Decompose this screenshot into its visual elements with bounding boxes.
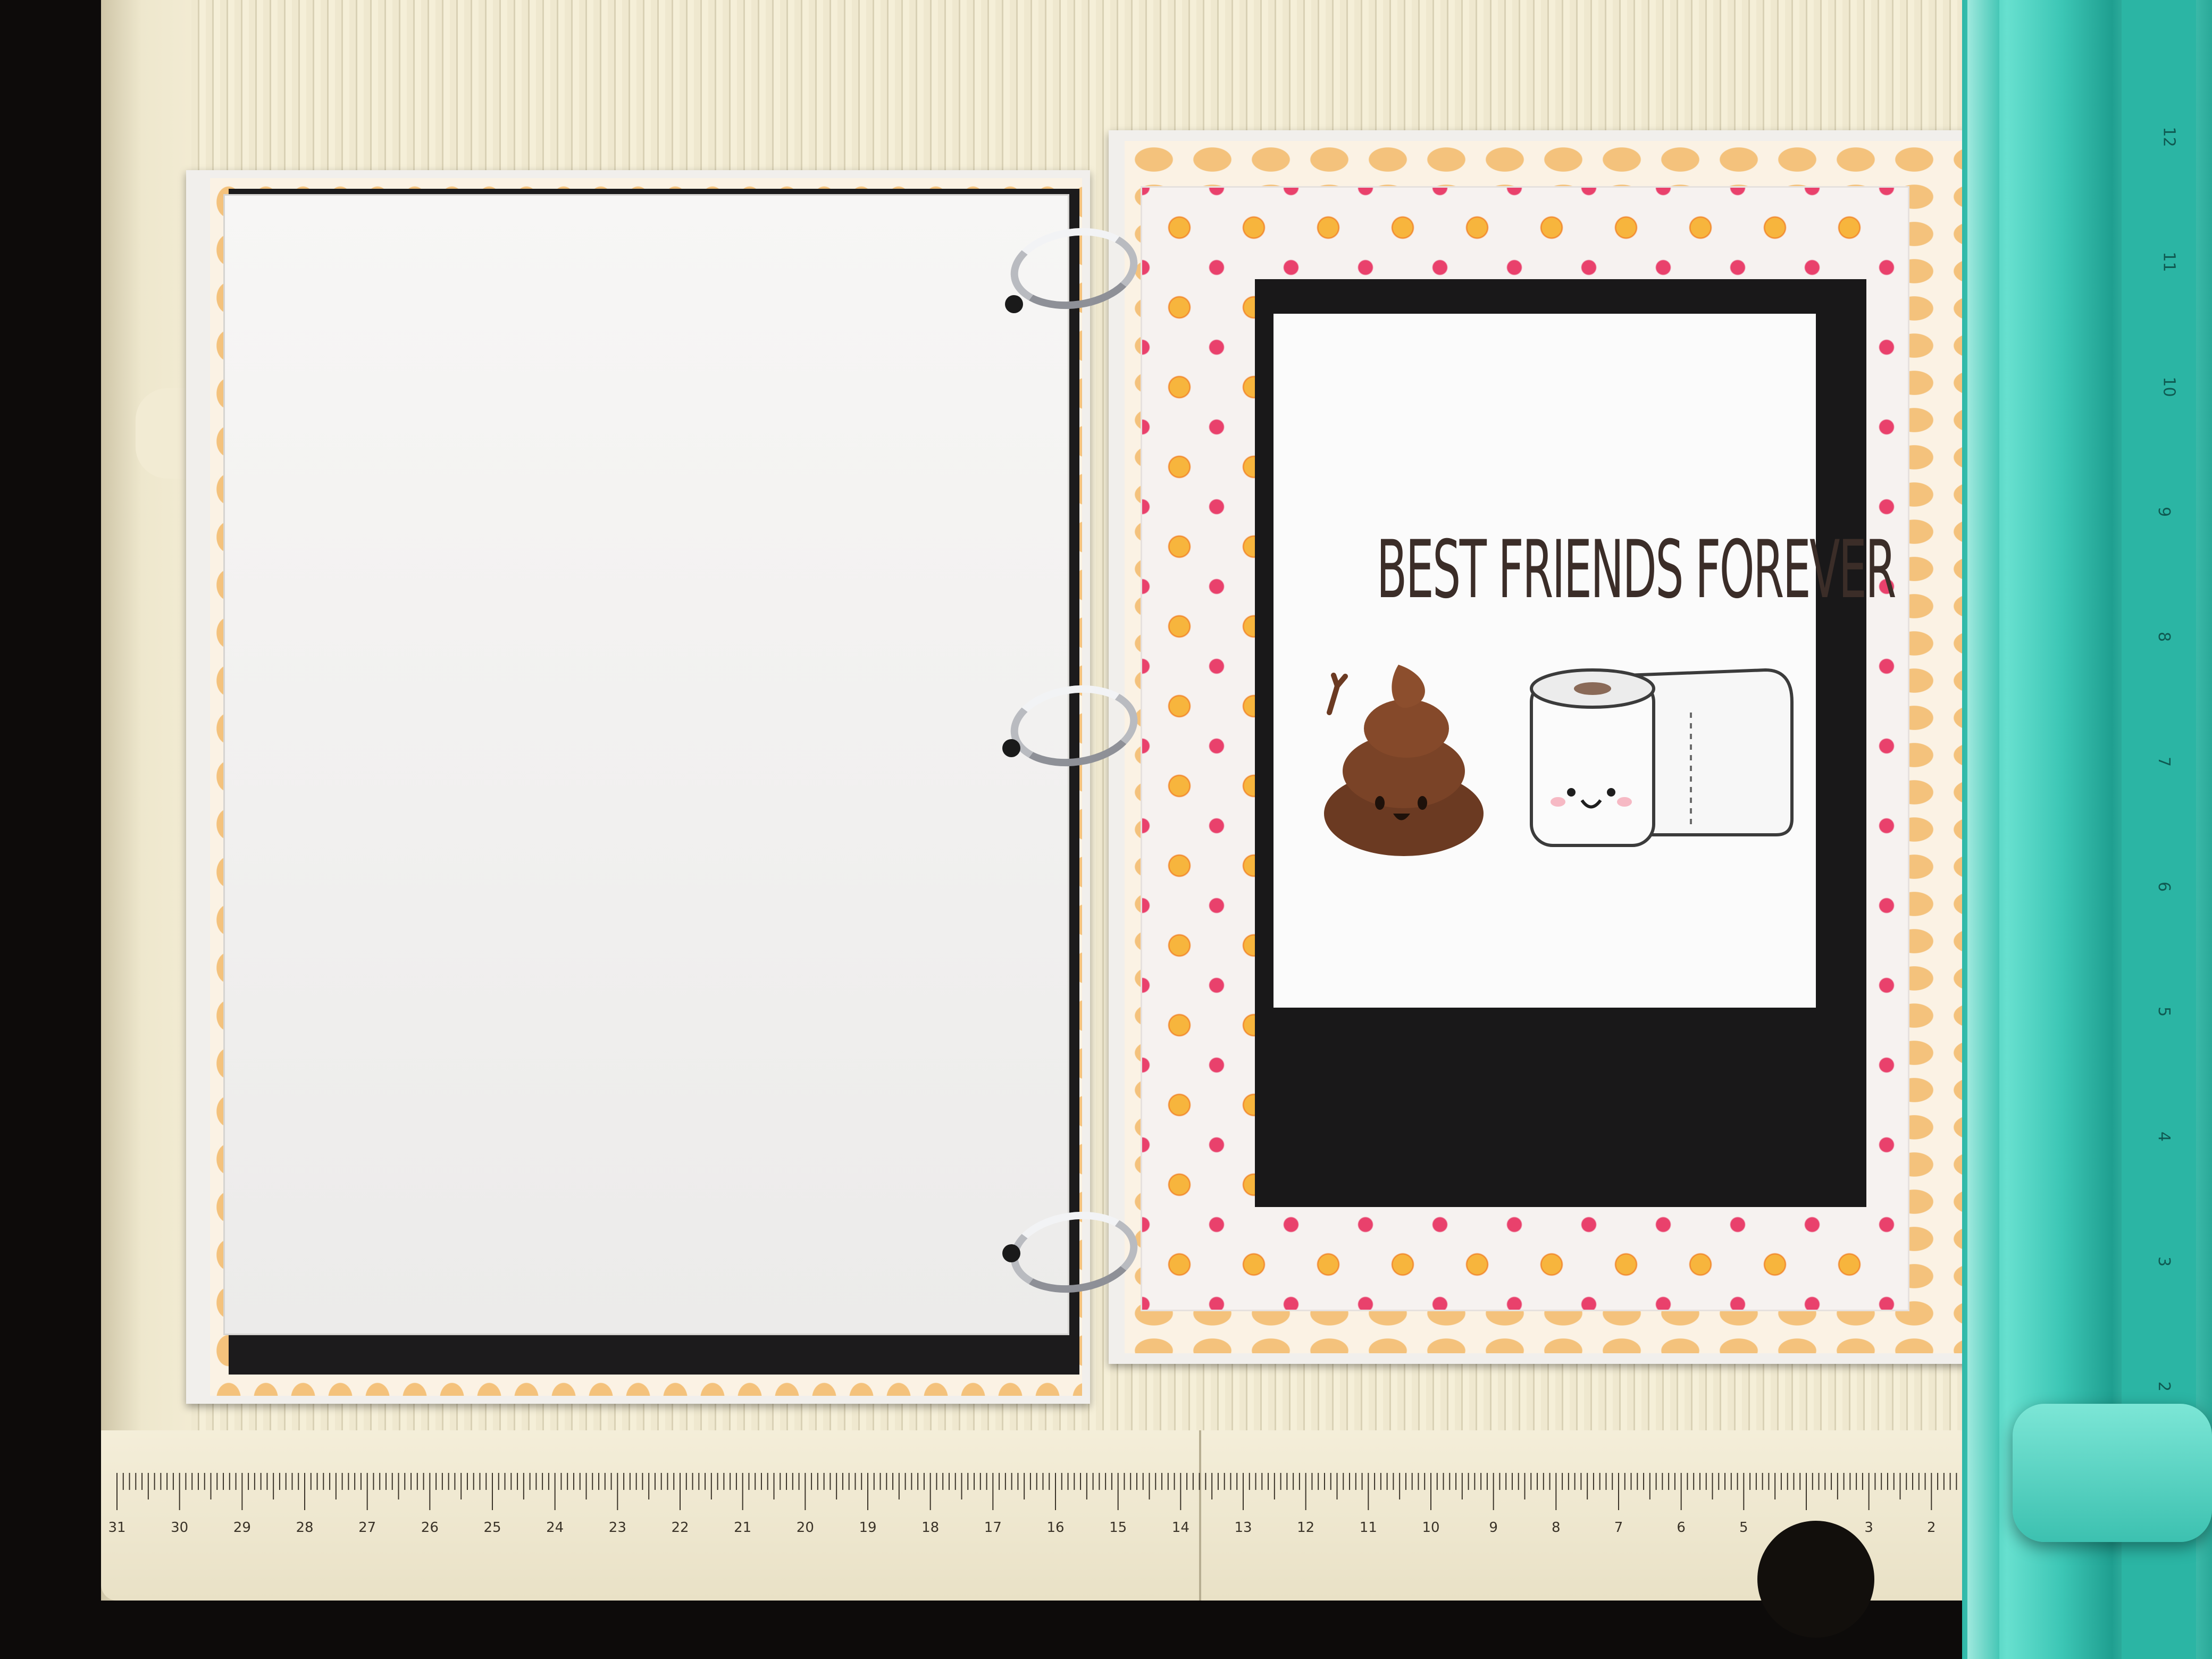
ruler-hanging-hole — [1757, 1521, 1874, 1638]
ruler-number: 2 — [1927, 1520, 1936, 1536]
ruler-number: 26 — [421, 1520, 439, 1536]
ruler-number: 19 — [859, 1520, 877, 1536]
ruler-number: 25 — [483, 1520, 501, 1536]
ruler-number: 30 — [171, 1520, 189, 1536]
trimmer-scale-number: 9 — [2155, 506, 2174, 517]
toilet-paper-icon — [1530, 668, 1794, 847]
blank-white-page — [223, 194, 1069, 1335]
ruler-number: 9 — [1489, 1520, 1498, 1536]
trimmer-scale-number: 3 — [2155, 1256, 2174, 1267]
trimmer-scale-number: 10 — [2159, 376, 2179, 397]
ruler-number: 7 — [1614, 1520, 1623, 1536]
trimmer-scale-number: 2 — [2155, 1381, 2174, 1392]
ruler-number: 13 — [1234, 1520, 1252, 1536]
headline-text: BEST FRIENDS FOREVER — [1376, 524, 1897, 616]
trimmer-scale-number: 12 — [2159, 127, 2179, 147]
punch-hole — [1002, 1244, 1020, 1262]
ruler-number: 29 — [233, 1520, 251, 1536]
trimmer-cutter-head[interactable] — [2013, 1404, 2212, 1542]
poop-emoji-icon — [1324, 665, 1484, 856]
punch-hole — [1005, 295, 1023, 313]
ruler-number: 14 — [1171, 1520, 1189, 1536]
ruler-seam — [1199, 1430, 1201, 1601]
ruler-number: 21 — [734, 1520, 752, 1536]
bottom-ruler — [101, 1430, 1999, 1601]
trimmer-scale-number: 7 — [2155, 756, 2174, 767]
ruler-number: 16 — [1046, 1520, 1065, 1536]
trimmer-scale-number: 4 — [2155, 1131, 2174, 1142]
punch-hole — [1002, 739, 1020, 757]
trimmer-scale-number: 6 — [2155, 881, 2174, 892]
ruler-number: 28 — [296, 1520, 314, 1536]
ruler-number: 18 — [921, 1520, 940, 1536]
trimmer-scale-number: 8 — [2155, 631, 2174, 642]
ruler-number: 17 — [984, 1520, 1002, 1536]
ruler-number: 6 — [1677, 1520, 1686, 1536]
ruler-number: 5 — [1739, 1520, 1748, 1536]
ruler-number: 3 — [1864, 1520, 1873, 1536]
ruler-number: 8 — [1552, 1520, 1561, 1536]
trimmer-scale-number: 5 — [2155, 1006, 2174, 1017]
ruler-number: 27 — [358, 1520, 376, 1536]
ruler-number: 23 — [608, 1520, 626, 1536]
ruler-number: 10 — [1422, 1520, 1440, 1536]
ruler-number: 31 — [108, 1520, 126, 1536]
ruler-number: 24 — [546, 1520, 564, 1536]
ruler-number: 11 — [1359, 1520, 1377, 1536]
ruler-number: 12 — [1297, 1520, 1315, 1536]
trimmer-rail — [1967, 0, 1999, 1659]
ruler-number: 20 — [796, 1520, 814, 1536]
ruler-ticks — [116, 1473, 1995, 1510]
ruler-number: 15 — [1109, 1520, 1127, 1536]
trimmer-scale-number: 11 — [2159, 252, 2179, 272]
ruler-number: 22 — [671, 1520, 689, 1536]
